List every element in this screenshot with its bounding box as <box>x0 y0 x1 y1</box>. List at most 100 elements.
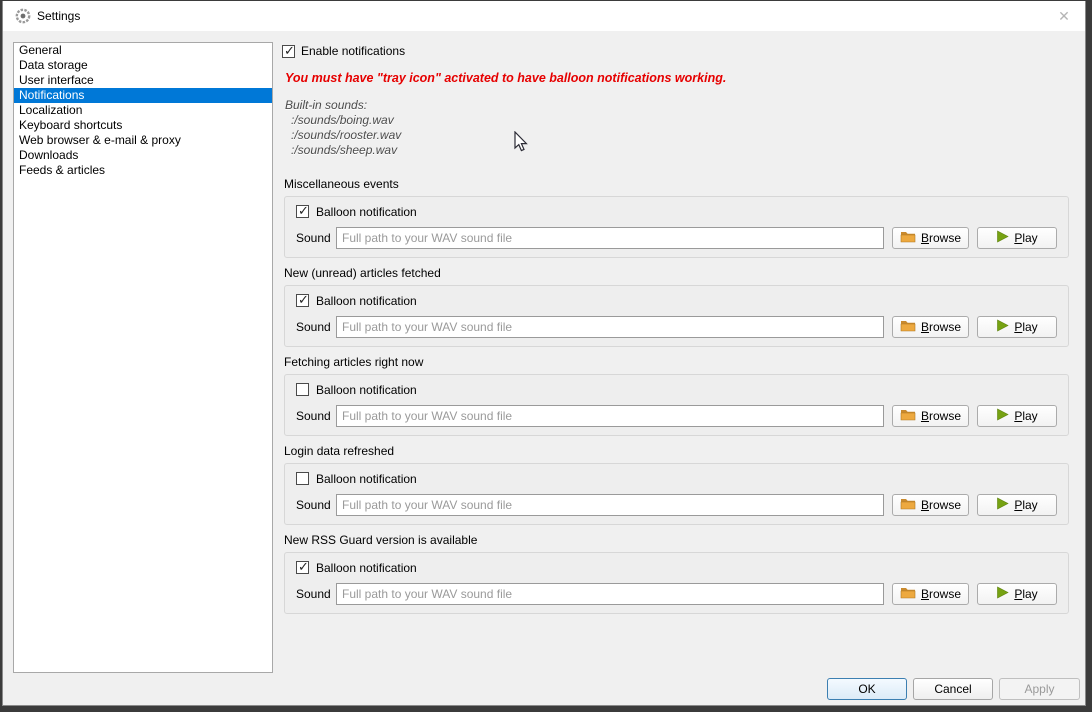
section-group-box: ✓ Balloon notification Sound Browse <box>284 552 1069 614</box>
folder-icon <box>900 586 916 602</box>
balloon-row[interactable]: ✓ Balloon notification <box>296 204 1057 219</box>
cancel-button[interactable]: Cancel <box>913 678 993 700</box>
builtin-sound-file: :/sounds/boing.wav <box>285 113 401 128</box>
browse-label: Browse <box>921 320 961 334</box>
play-label: Play <box>1014 498 1037 512</box>
browse-button[interactable]: Browse <box>892 494 969 516</box>
notification-section: Login data refreshed Balloon notificatio… <box>284 444 1069 525</box>
sound-path-input[interactable] <box>336 227 884 249</box>
sidebar-item-user-interface[interactable]: User interface <box>14 73 272 88</box>
sound-row: Sound Browse <box>296 227 1057 249</box>
sound-path-input[interactable] <box>336 316 884 338</box>
browse-label: Browse <box>921 587 961 601</box>
balloon-checkbox[interactable]: ✓ <box>296 294 309 307</box>
balloon-label: Balloon notification <box>316 205 417 219</box>
play-label: Play <box>1014 587 1037 601</box>
balloon-checkbox[interactable] <box>296 383 309 396</box>
builtin-sound-file: :/sounds/rooster.wav <box>285 128 401 143</box>
play-icon <box>996 586 1009 602</box>
browse-label: Browse <box>921 498 961 512</box>
balloon-row[interactable]: ✓ Balloon notification <box>296 560 1057 575</box>
browse-button[interactable]: Browse <box>892 316 969 338</box>
folder-icon <box>900 408 916 424</box>
play-label: Play <box>1014 231 1037 245</box>
folder-icon <box>900 230 916 246</box>
sidebar-item-localization[interactable]: Localization <box>14 103 272 118</box>
window-title: Settings <box>37 9 80 23</box>
section-group-box: Balloon notification Sound Browse <box>284 463 1069 525</box>
sound-label: Sound <box>296 498 330 512</box>
balloon-row[interactable]: ✓ Balloon notification <box>296 293 1057 308</box>
section-group-box: ✓ Balloon notification Sound Browse <box>284 285 1069 347</box>
sound-row: Sound Browse <box>296 405 1057 427</box>
desktop-background: Settings ✕ GeneralData storageUser inter… <box>0 0 1092 712</box>
balloon-checkbox[interactable] <box>296 472 309 485</box>
sound-label: Sound <box>296 409 330 423</box>
notification-section: New RSS Guard version is available ✓ Bal… <box>284 533 1069 614</box>
sound-path-input[interactable] <box>336 583 884 605</box>
tray-icon-warning: You must have "tray icon" activated to h… <box>285 71 726 85</box>
play-icon <box>996 319 1009 335</box>
browse-button[interactable]: Browse <box>892 405 969 427</box>
play-label: Play <box>1014 320 1037 334</box>
folder-icon <box>900 497 916 513</box>
balloon-label: Balloon notification <box>316 472 417 486</box>
section-title: Fetching articles right now <box>284 355 1069 370</box>
settings-category-list: GeneralData storageUser interfaceNotific… <box>13 42 273 673</box>
balloon-label: Balloon notification <box>316 383 417 397</box>
sidebar-item-data-storage[interactable]: Data storage <box>14 58 272 73</box>
enable-notifications-row[interactable]: ✓ Enable notifications <box>282 44 405 58</box>
balloon-row[interactable]: Balloon notification <box>296 382 1057 397</box>
balloon-checkbox[interactable]: ✓ <box>296 561 309 574</box>
sound-label: Sound <box>296 587 330 601</box>
close-icon[interactable]: ✕ <box>1049 4 1079 28</box>
sound-row: Sound Browse <box>296 316 1057 338</box>
builtin-sounds-title: Built-in sounds: <box>285 98 401 113</box>
notification-section: Miscellaneous events ✓ Balloon notificat… <box>284 177 1069 258</box>
play-icon <box>996 230 1009 246</box>
sidebar-item-web-browser-e-mail-proxy[interactable]: Web browser & e-mail & proxy <box>14 133 272 148</box>
browse-button[interactable]: Browse <box>892 583 969 605</box>
sound-path-input[interactable] <box>336 494 884 516</box>
play-button[interactable]: Play <box>977 405 1057 427</box>
sound-row: Sound Browse <box>296 583 1057 605</box>
section-title: New RSS Guard version is available <box>284 533 1069 548</box>
play-button[interactable]: Play <box>977 494 1057 516</box>
section-title: Miscellaneous events <box>284 177 1069 192</box>
sound-label: Sound <box>296 231 330 245</box>
browse-button[interactable]: Browse <box>892 227 969 249</box>
folder-icon <box>900 319 916 335</box>
builtin-sounds-files: :/sounds/boing.wav:/sounds/rooster.wav:/… <box>285 113 401 158</box>
sound-row: Sound Browse <box>296 494 1057 516</box>
notification-sections: Miscellaneous events ✓ Balloon notificat… <box>284 177 1069 622</box>
notification-section: New (unread) articles fetched ✓ Balloon … <box>284 266 1069 347</box>
browse-label: Browse <box>921 409 961 423</box>
builtin-sound-file: :/sounds/sheep.wav <box>285 143 401 158</box>
settings-dialog: Settings ✕ GeneralData storageUser inter… <box>2 1 1086 706</box>
notification-section: Fetching articles right now Balloon noti… <box>284 355 1069 436</box>
enable-notifications-label: Enable notifications <box>301 44 405 58</box>
builtin-sounds-block: Built-in sounds: :/sounds/boing.wav:/sou… <box>285 98 401 158</box>
play-icon <box>996 408 1009 424</box>
play-button[interactable]: Play <box>977 227 1057 249</box>
balloon-checkbox[interactable]: ✓ <box>296 205 309 218</box>
sound-label: Sound <box>296 320 330 334</box>
sidebar-item-general[interactable]: General <box>14 43 272 58</box>
titlebar[interactable]: Settings ✕ <box>3 1 1085 31</box>
sidebar-item-feeds-articles[interactable]: Feeds & articles <box>14 163 272 178</box>
apply-button[interactable]: Apply <box>999 678 1080 700</box>
ok-button[interactable]: OK <box>827 678 907 700</box>
sidebar-item-notifications[interactable]: Notifications <box>14 88 272 103</box>
settings-gear-icon <box>15 8 31 24</box>
section-title: Login data refreshed <box>284 444 1069 459</box>
balloon-row[interactable]: Balloon notification <box>296 471 1057 486</box>
play-label: Play <box>1014 409 1037 423</box>
sound-path-input[interactable] <box>336 405 884 427</box>
enable-notifications-checkbox[interactable]: ✓ <box>282 45 295 58</box>
play-icon <box>996 497 1009 513</box>
play-button[interactable]: Play <box>977 316 1057 338</box>
sidebar-item-downloads[interactable]: Downloads <box>14 148 272 163</box>
sidebar-item-keyboard-shortcuts[interactable]: Keyboard shortcuts <box>14 118 272 133</box>
browse-label: Browse <box>921 231 961 245</box>
play-button[interactable]: Play <box>977 583 1057 605</box>
